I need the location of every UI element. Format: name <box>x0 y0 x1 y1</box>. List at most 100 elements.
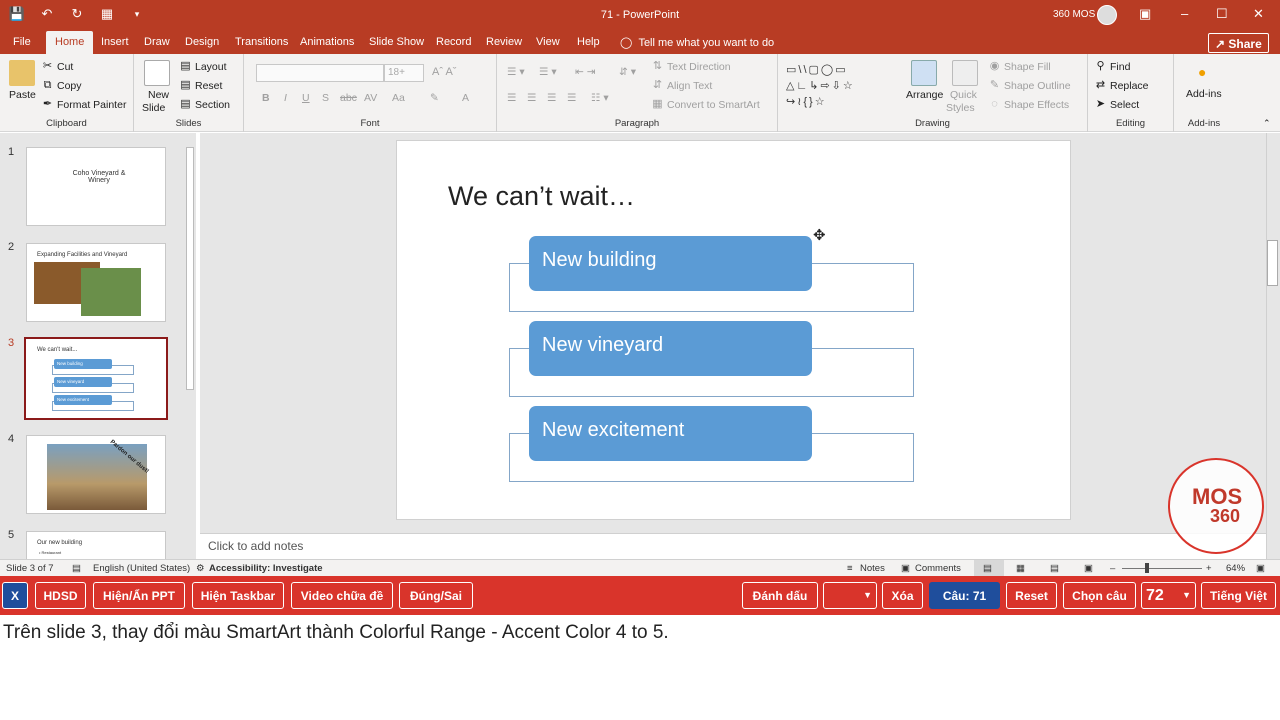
strikethrough-icon[interactable]: abc <box>340 92 357 104</box>
arrange-icon[interactable] <box>911 60 937 86</box>
reset-button[interactable]: ▤ Reset <box>179 79 222 92</box>
delete-button[interactable]: Xóa <box>882 582 923 609</box>
ribbon-display-icon[interactable]: ▣ <box>1139 6 1151 22</box>
tab-slide-show[interactable]: Slide Show <box>369 36 424 48</box>
copy-button[interactable]: ⧉ Copy <box>41 79 82 92</box>
tab-help[interactable]: Help <box>577 36 600 48</box>
spelling-icon[interactable]: ▤ <box>72 563 81 574</box>
font-name-box[interactable] <box>256 64 384 82</box>
indent-icon[interactable]: ⇤ ⇥ <box>575 66 596 78</box>
paste-button[interactable]: Paste <box>9 89 36 101</box>
quick-styles-icon[interactable] <box>952 60 978 86</box>
true-false-button[interactable]: Đúng/Sai <box>399 582 473 609</box>
slide-scroll-thumb[interactable] <box>1267 240 1278 286</box>
replace-button[interactable]: ⇄ Replace <box>1094 79 1149 92</box>
bullets-icon[interactable]: ☰ ▾ <box>507 66 525 78</box>
tab-insert[interactable]: Insert <box>101 36 129 48</box>
addins-icon[interactable]: ● <box>1198 64 1206 80</box>
tab-design[interactable]: Design <box>185 36 219 48</box>
highlight-icon[interactable]: ✎ <box>430 92 439 104</box>
new-slide-icon[interactable] <box>144 60 170 86</box>
slide-thumbnail-2[interactable]: Expanding Facilities and Vineyard <box>26 243 166 322</box>
language-button[interactable]: Tiếng Việt <box>1201 582 1276 609</box>
tab-record[interactable]: Record <box>436 36 471 48</box>
maximize-icon[interactable]: ☐ <box>1216 6 1228 22</box>
text-direction-button[interactable]: ⇅ Text Direction <box>651 60 731 73</box>
cut-button[interactable]: ✂ Cut <box>41 60 73 73</box>
choose-question-button[interactable]: Chọn câu <box>1063 582 1136 609</box>
find-button[interactable]: ⚲ Find <box>1094 60 1130 73</box>
question-select[interactable]: 72 ▼ <box>1141 582 1196 609</box>
close-icon[interactable]: ✕ <box>1253 6 1264 22</box>
tell-me-search[interactable]: ◯ Tell me what you want to do <box>620 36 774 49</box>
new-slide-label-2[interactable]: Slide <box>142 102 165 114</box>
reading-view-icon[interactable]: ▤ <box>1050 563 1059 574</box>
avatar[interactable] <box>1097 5 1117 25</box>
reset-exam-button[interactable]: Reset <box>1006 582 1057 609</box>
quick-styles-label-1[interactable]: Quick <box>950 89 977 101</box>
addins-button[interactable]: Add-ins <box>1186 88 1222 100</box>
slide-sorter-icon[interactable]: ▦ <box>1016 563 1025 574</box>
shape-outline-button[interactable]: ✎ Shape Outline <box>988 79 1071 92</box>
paste-icon[interactable] <box>9 60 35 86</box>
italic-icon[interactable]: I <box>284 92 287 104</box>
arrange-button[interactable]: Arrange <box>906 89 943 101</box>
select-button[interactable]: ➤ Select <box>1094 98 1139 111</box>
spacing-icon[interactable]: AV <box>364 92 377 104</box>
close-exam-button[interactable]: X <box>2 582 28 609</box>
align-right-icon[interactable]: ☰ <box>547 92 556 104</box>
slide-scrollbar[interactable] <box>1266 133 1280 559</box>
zoom-in-icon[interactable]: + <box>1206 563 1212 574</box>
language-indicator[interactable]: English (United States) <box>93 563 190 574</box>
smartart-box-2[interactable]: New vineyard <box>529 321 812 376</box>
numbering-icon[interactable]: ☰ ▾ <box>539 66 557 78</box>
mark-button[interactable]: Đánh dấu <box>742 582 818 609</box>
slide-thumbnail-4[interactable]: Pardon our dust! <box>26 435 166 514</box>
slide-thumbnail-1[interactable]: Coho Vineyard & Winery <box>26 147 166 226</box>
format-painter-button[interactable]: ✒ Format Painter <box>41 98 127 111</box>
bold-icon[interactable]: B <box>262 92 270 104</box>
zoom-level[interactable]: 64% <box>1226 563 1245 574</box>
tab-file[interactable]: File <box>13 36 31 48</box>
current-slide[interactable]: We can’t wait… New building New vineyard… <box>396 140 1071 520</box>
notes-pane[interactable]: Click to add notes <box>200 533 1266 559</box>
shapes-gallery[interactable]: ▭\\▢◯▭ △∟↳⇨⇩☆ ↪≀{}☆ <box>786 62 882 112</box>
quick-styles-label-2[interactable]: Styles <box>946 102 975 114</box>
align-left-icon[interactable]: ☰ <box>507 92 516 104</box>
slideshow-icon[interactable]: ▣ <box>1084 563 1093 574</box>
smartart-box-1[interactable]: New building <box>529 236 812 291</box>
minimize-icon[interactable]: – <box>1181 6 1188 21</box>
justify-icon[interactable]: ☰ <box>567 92 576 104</box>
video-button[interactable]: Video chữa đề <box>291 582 393 609</box>
hdsd-button[interactable]: HDSD <box>35 582 86 609</box>
thumbnail-scroll-thumb[interactable] <box>186 147 194 390</box>
font-color-icon[interactable]: A <box>462 92 469 104</box>
accessibility-status[interactable]: Accessibility: Investigate <box>209 563 323 574</box>
font-size-box[interactable]: 18+ <box>384 64 424 82</box>
notes-button[interactable]: Notes <box>860 563 885 574</box>
tab-draw[interactable]: Draw <box>144 36 170 48</box>
slide-thumbnail-5[interactable]: Our new building • Restaurant <box>26 531 166 559</box>
smartart-box-3[interactable]: New excitement <box>529 406 812 461</box>
new-slide-label-1[interactable]: New <box>148 89 169 101</box>
change-case-icon[interactable]: Aa <box>392 92 405 104</box>
zoom-slider[interactable] <box>1122 568 1202 569</box>
comments-button[interactable]: Comments <box>915 563 961 574</box>
shape-effects-button[interactable]: ◌ Shape Effects <box>988 98 1069 111</box>
align-center-icon[interactable]: ☰ <box>527 92 536 104</box>
tab-home[interactable]: Home <box>46 31 94 54</box>
convert-smartart-button[interactable]: ▦ Convert to SmartArt <box>651 98 759 111</box>
tab-review[interactable]: Review <box>486 36 522 48</box>
tab-animations[interactable]: Animations <box>300 36 354 48</box>
mark-select[interactable]: ▼ <box>823 582 877 609</box>
columns-icon[interactable]: ☷ ▾ <box>591 92 609 104</box>
layout-button[interactable]: ▤ Layout <box>179 60 226 73</box>
section-button[interactable]: ▤ Section <box>179 98 230 111</box>
share-button[interactable]: ↗ Share <box>1208 33 1269 53</box>
shadow-icon[interactable]: S <box>322 92 329 104</box>
shape-fill-button[interactable]: ◉ Shape Fill <box>988 60 1051 73</box>
underline-icon[interactable]: U <box>302 92 310 104</box>
toggle-ppt-button[interactable]: Hiện/Ẩn PPT <box>93 582 185 609</box>
align-text-button[interactable]: ⇵ Align Text <box>651 79 712 92</box>
tab-transitions[interactable]: Transitions <box>235 36 288 48</box>
